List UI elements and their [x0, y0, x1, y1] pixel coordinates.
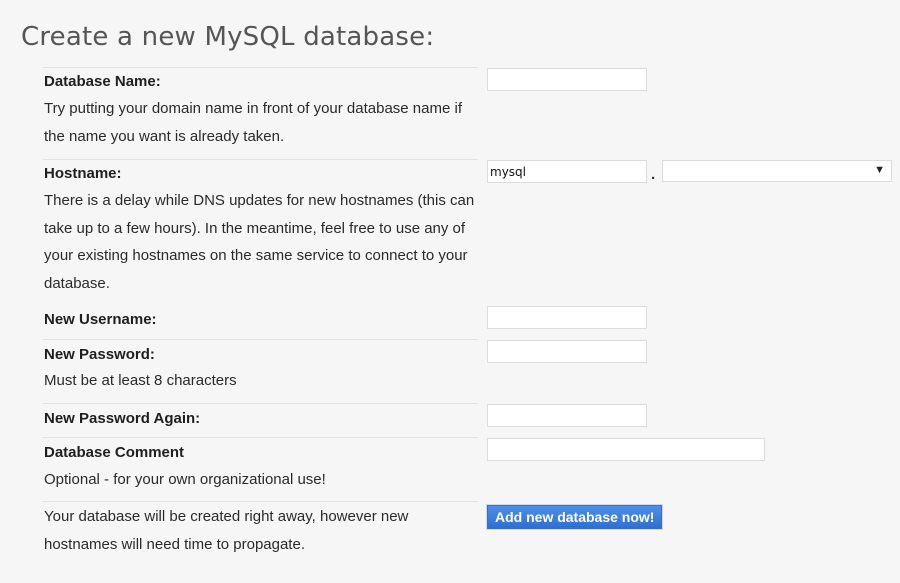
new-password-again-label: New Password Again:	[44, 410, 201, 427]
hostname-help-text: There is a delay while DNS updates for n…	[44, 192, 475, 292]
database-name-input[interactable]	[487, 68, 647, 91]
section-divider	[43, 67, 478, 68]
database-name-help-text: Try putting your domain name in front of…	[44, 100, 463, 145]
propagation-note: Your database will be created right away…	[44, 508, 409, 553]
new-password-again-input[interactable]	[487, 404, 647, 427]
database-name-label: Database Name:	[44, 73, 161, 90]
add-database-button[interactable]: Add new database now!	[487, 505, 663, 529]
hostname-domain-select[interactable]: ▼	[662, 160, 892, 182]
new-password-help-text: Must be at least 8 characters	[44, 372, 237, 389]
section-divider	[43, 437, 478, 438]
new-username-input[interactable]	[487, 306, 647, 329]
hostname-input[interactable]	[487, 160, 647, 183]
new-password-input[interactable]	[487, 340, 647, 363]
database-comment-input[interactable]	[487, 438, 765, 461]
create-database-page: Create a new MySQL database: Database Na…	[0, 0, 900, 583]
hostname-label: Hostname:	[44, 165, 122, 182]
database-comment-label: Database Comment	[44, 444, 185, 461]
section-divider	[43, 501, 478, 502]
page-title: Create a new MySQL database:	[21, 22, 435, 52]
hostname-separator: .	[651, 166, 656, 183]
section-divider	[43, 339, 478, 340]
database-comment-help-text: Optional - for your own organizational u…	[44, 471, 326, 488]
new-username-label: New Username:	[44, 311, 157, 328]
chevron-down-icon: ▼	[874, 164, 885, 176]
section-divider	[43, 403, 478, 404]
section-divider	[43, 159, 478, 160]
new-password-label: New Password:	[44, 346, 155, 363]
